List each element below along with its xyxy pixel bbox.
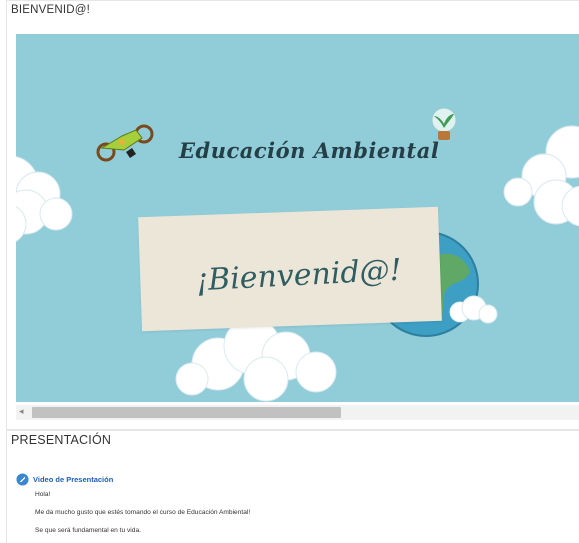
cloud-left (16, 156, 73, 242)
banner-heading: Educación Ambiental (179, 138, 440, 163)
intro-paragraph-3: Se que será fundamental en tu vida. (35, 527, 141, 534)
scrollbar-thumb[interactable] (32, 407, 341, 418)
welcome-section-title: BIENVENID@! (11, 4, 91, 16)
horizontal-scrollbar[interactable]: ◂ ▸ (16, 405, 579, 420)
video-presentation-link[interactable]: Video de Presentación (33, 475, 113, 484)
lightbulb-plant-icon (431, 107, 457, 140)
video-activity-row[interactable]: Video de Presentación (16, 473, 113, 486)
cloud-bottom (175, 317, 337, 402)
bicycle-icon (96, 124, 154, 162)
intro-paragraph-1: Hola! (35, 491, 51, 498)
scroll-left-arrow-icon[interactable]: ◂ (19, 406, 24, 417)
presentation-section-title: PRESENTACIÓN (11, 433, 112, 447)
cloud-right (503, 125, 579, 227)
welcome-section: BIENVENID@! Educación Ambiental ¡Bienven… (6, 0, 579, 430)
welcome-banner-image: Educación Ambiental ¡Bienvenid@! (16, 34, 579, 402)
intro-paragraph-2: Me da mucho gusto que estés tomando el c… (35, 509, 251, 516)
presentation-section: PRESENTACIÓN Video de Presentación Hola!… (6, 430, 579, 543)
video-icon (16, 473, 29, 486)
